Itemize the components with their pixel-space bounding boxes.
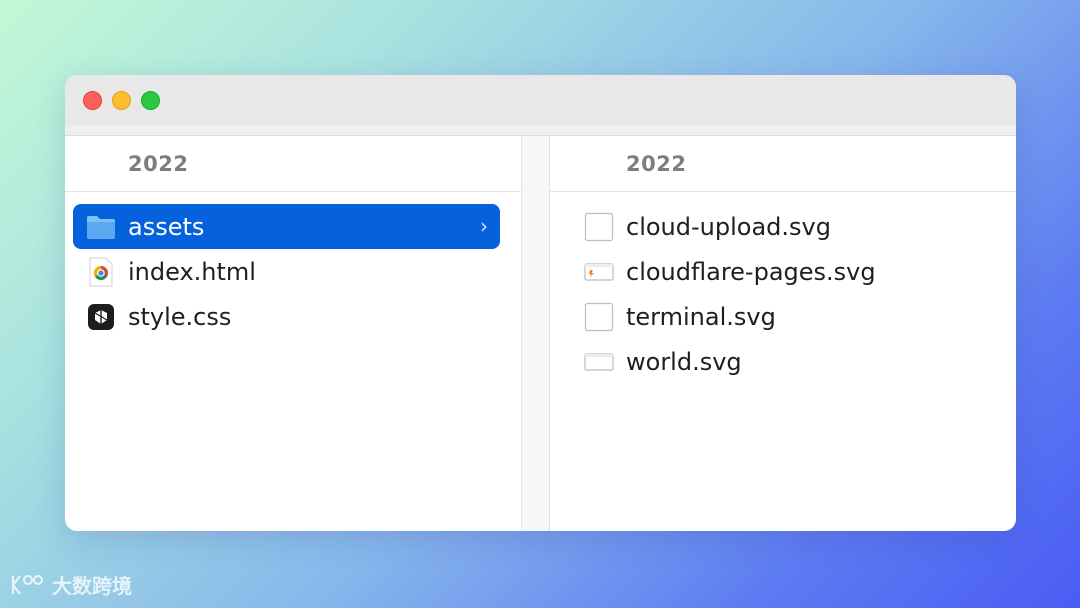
left-column-header: 2022: [65, 136, 521, 192]
finder-window: 2022 assets › index.html style.css 2022 …: [65, 75, 1016, 531]
toolbar-strip: [65, 125, 1016, 136]
svg-thumbnail-icon: [584, 257, 614, 287]
file-name: cloudflare-pages.svg: [626, 257, 876, 286]
title-bar: [65, 75, 1016, 125]
close-button[interactable]: [83, 91, 102, 110]
file-name: style.css: [128, 302, 232, 331]
file-name: world.svg: [626, 347, 742, 376]
file-name: terminal.svg: [626, 302, 776, 331]
list-item-world-svg[interactable]: world.svg: [550, 339, 1016, 384]
list-item-cloud-upload-svg[interactable]: cloud-upload.svg: [550, 204, 1016, 249]
list-item-index-html[interactable]: index.html: [73, 249, 500, 294]
css-file-icon: [86, 302, 116, 332]
watermark-text: 大数跨境: [52, 574, 132, 598]
file-name: index.html: [128, 257, 256, 286]
minimize-button[interactable]: [112, 91, 131, 110]
list-item-assets[interactable]: assets ›: [73, 204, 500, 249]
chevron-right-icon: ›: [480, 214, 488, 238]
maximize-button[interactable]: [141, 91, 160, 110]
left-column: 2022 assets › index.html style.css: [65, 136, 521, 531]
right-file-list: cloud-upload.svg cloudflare-pages.svg te…: [550, 192, 1016, 384]
right-column-header: 2022: [550, 136, 1016, 192]
file-name: assets: [128, 212, 205, 241]
column-resize-handle[interactable]: [521, 136, 550, 531]
list-item-style-css[interactable]: style.css: [73, 294, 500, 339]
svg-file-icon: [584, 212, 614, 242]
file-name: cloud-upload.svg: [626, 212, 831, 241]
folder-icon: [86, 212, 116, 242]
list-item-terminal-svg[interactable]: terminal.svg: [550, 294, 1016, 339]
svg-file-icon: [584, 302, 614, 332]
column-view: 2022 assets › index.html style.css 2022 …: [65, 136, 1016, 531]
right-column: 2022 cloud-upload.svg cloudflare-pages.s…: [550, 136, 1016, 531]
chrome-html-icon: [86, 257, 116, 287]
svg-thumbnail-icon: [584, 347, 614, 377]
left-file-list: assets › index.html style.css: [65, 192, 521, 339]
list-item-cloudflare-pages-svg[interactable]: cloudflare-pages.svg: [550, 249, 1016, 294]
watermark: 大数跨境: [10, 570, 132, 599]
watermark-logo-icon: [11, 574, 43, 595]
